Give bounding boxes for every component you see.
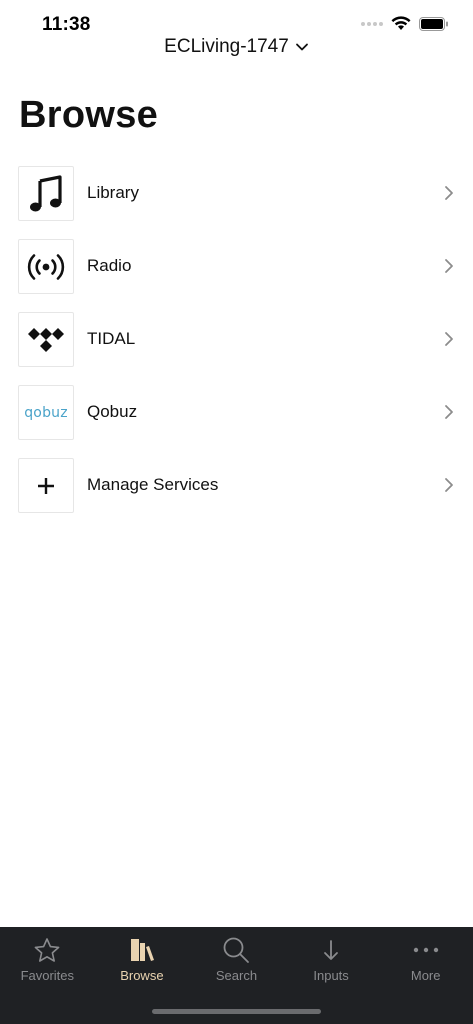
device-name: ECLiving-1747 [164,36,289,57]
row-thumbnail [18,312,74,367]
qobuz-logo: qobuz [24,404,68,421]
chevron-right-icon [445,186,453,200]
cellular-signal-icon [361,21,383,26]
browse-row-radio[interactable]: Radio [0,238,473,311]
arrow-down-icon [324,940,338,960]
row-thumbnail [18,239,74,294]
chevron-right-icon [445,478,453,492]
chevron-right-icon [445,405,453,419]
home-indicator [152,1009,321,1014]
status-time: 11:38 [42,14,91,35]
plus-icon [38,477,54,494]
browse-books-icon [130,939,154,961]
tab-label: Search [215,968,258,983]
browse-list: Library Radio TIDAL qobuz Qobuz Manage S… [0,165,473,530]
tab-browse[interactable]: Browse [95,927,190,991]
chevron-down-icon [295,43,308,51]
battery-icon [419,16,448,31]
row-label: Radio [87,256,132,275]
tab-favorites[interactable]: Favorites [0,927,95,991]
tab-label: More [410,968,441,983]
page-title: Browse [19,94,159,136]
star-icon [34,937,60,962]
tab-more[interactable]: More [378,927,473,991]
row-label: Qobuz [87,402,138,421]
tab-label: Favorites [20,968,75,983]
row-label: TIDAL [87,329,136,348]
tidal-logo-icon [28,327,64,352]
row-label: Library [87,183,139,202]
chevron-right-icon [445,332,453,346]
row-thumbnail [18,458,74,513]
tab-label: Browse [120,968,164,983]
browse-row-qobuz[interactable]: qobuz Qobuz [0,384,473,457]
browse-row-manage-services[interactable]: Manage Services [0,457,473,530]
tab-search[interactable]: Search [189,927,284,991]
row-thumbnail [18,166,74,221]
search-icon [224,937,250,963]
row-thumbnail: qobuz [18,385,74,440]
status-icons [361,16,449,31]
browse-row-tidal[interactable]: TIDAL [0,311,473,384]
tab-label: Inputs [313,968,349,983]
device-selector[interactable]: ECLiving-1747 [0,36,473,58]
more-dots-icon [413,947,438,953]
tab-inputs[interactable]: Inputs [284,927,379,991]
chevron-right-icon [445,259,453,273]
browse-row-library[interactable]: Library [0,165,473,238]
wifi-icon [391,16,411,30]
music-note-icon [30,174,62,211]
row-label: Manage Services [87,475,219,494]
radio-broadcast-icon [27,253,65,280]
